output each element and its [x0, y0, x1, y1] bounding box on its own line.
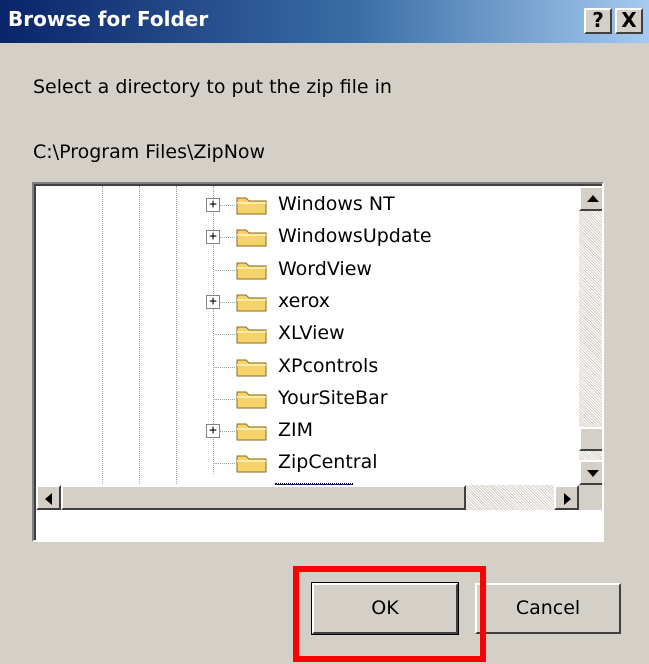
- folder-icon: [236, 455, 267, 473]
- tree-item[interactable]: + ZIM: [36, 415, 596, 447]
- tree-item-label[interactable]: WordView: [276, 258, 374, 280]
- tree-item[interactable]: + xerox: [36, 286, 596, 318]
- vertical-scrollbar[interactable]: [579, 186, 602, 485]
- scrollbar-corner: [579, 485, 602, 510]
- tree-item-label[interactable]: ZIM: [276, 419, 315, 441]
- folder-icon: [236, 262, 267, 280]
- folder-icon: [236, 423, 267, 441]
- tree-item-label[interactable]: Windows NT: [276, 193, 397, 215]
- horizontal-scrollbar[interactable]: [36, 485, 579, 510]
- folder-tree-frame: + Windows NT + WindowsUpdate WordView + xerox X…: [32, 182, 604, 542]
- tree-item-label[interactable]: YourSiteBar: [276, 387, 390, 409]
- scroll-left-button[interactable]: [36, 485, 61, 510]
- vertical-scroll-thumb[interactable]: [579, 427, 602, 451]
- window-title: Browse for Folder: [8, 7, 209, 31]
- tree-item[interactable]: XPcontrols: [36, 351, 596, 383]
- expand-plus-icon[interactable]: +: [206, 198, 220, 212]
- folder-icon: [236, 391, 267, 409]
- expand-plus-icon[interactable]: +: [206, 424, 220, 439]
- browse-for-folder-dialog: Browse for Folder ? X Select a directory…: [0, 0, 649, 664]
- scroll-up-button[interactable]: [579, 186, 602, 211]
- tree-item-label[interactable]: xerox: [276, 290, 332, 312]
- prompt-text: Select a directory to put the zip file i…: [33, 76, 392, 98]
- arrow-left-icon: [45, 493, 52, 505]
- scroll-right-button[interactable]: [554, 485, 579, 510]
- arrow-up-icon: [587, 195, 599, 202]
- help-button[interactable]: ?: [584, 8, 612, 34]
- tree-item[interactable]: WordView: [36, 254, 596, 286]
- folder-icon: [236, 197, 267, 215]
- close-button[interactable]: X: [615, 8, 643, 34]
- title-bar[interactable]: Browse for Folder ? X: [0, 0, 649, 43]
- cancel-button[interactable]: Cancel: [475, 583, 621, 634]
- current-path-text: C:\Program Files\ZipNow: [33, 141, 266, 163]
- tree-connector-line: [215, 334, 235, 336]
- scroll-down-button[interactable]: [579, 460, 602, 485]
- tree-item[interactable]: YourSiteBar: [36, 383, 596, 415]
- folder-icon: [236, 326, 267, 344]
- tree-item-label[interactable]: XLView: [276, 322, 347, 344]
- highlight-box: [293, 566, 486, 662]
- tree-item[interactable]: + WindowsUpdate: [36, 221, 596, 253]
- arrow-down-icon: [587, 470, 599, 477]
- tree-item-label[interactable]: ZipCentral: [276, 451, 380, 473]
- tree-connector-line: [215, 366, 235, 368]
- expand-plus-icon[interactable]: +: [206, 294, 220, 309]
- tree-item[interactable]: XLView: [36, 318, 596, 350]
- expand-plus-icon[interactable]: +: [206, 230, 220, 245]
- tree-item[interactable]: + Windows NT: [36, 189, 596, 221]
- tree-item[interactable]: ZipCentral: [36, 447, 596, 479]
- horizontal-scroll-thumb[interactable]: [61, 485, 466, 510]
- tree-connector-line: [215, 398, 235, 400]
- folder-icon: [236, 359, 267, 376]
- arrow-right-icon: [564, 493, 571, 505]
- tree-item-label[interactable]: XPcontrols: [276, 355, 380, 377]
- tree-item-label[interactable]: WindowsUpdate: [276, 225, 434, 247]
- tree-connector-line: [215, 463, 235, 465]
- tree-connector-line: [215, 269, 235, 271]
- folder-icon: [236, 229, 267, 247]
- folder-tree[interactable]: + Windows NT + WindowsUpdate WordView + xerox X…: [34, 184, 602, 540]
- folder-icon: [236, 294, 267, 312]
